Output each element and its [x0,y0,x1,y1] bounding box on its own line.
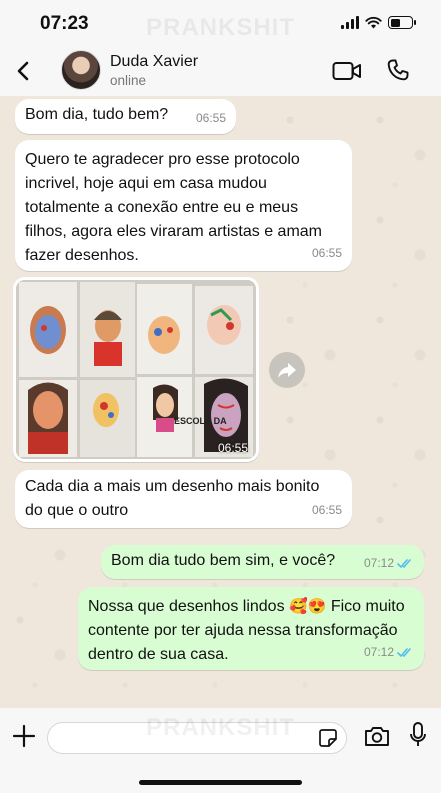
message-time: 06:55 [195,111,226,125]
composer-bar: PRANKSHIT [0,708,441,793]
image-message[interactable]: ESCOLA DA 06:55 [13,277,259,462]
contact-status: online [110,73,147,88]
video-camera-icon[interactable] [332,60,362,82]
photo-caption: ESCOLA DA [174,416,227,426]
drawings-photo[interactable]: ESCOLA DA 06:55 [16,280,256,459]
wifi-icon [365,16,382,29]
forward-icon [278,363,296,378]
read-ticks-icon [397,558,411,568]
message-bubble-incoming[interactable]: Quero te agradecer pro esse protocolo in… [15,140,352,271]
contact-name[interactable]: Duda Xavier [110,53,198,71]
message-time: 07:12 [363,556,394,570]
message-meta: 07:12 [364,551,414,575]
message-text: Cada dia a mais um desenho mais bonito d… [25,478,320,519]
back-arrow-icon[interactable] [12,56,36,86]
message-text: Quero te agradecer pro esse protocolo in… [25,151,322,264]
message-time: 06:55 [311,246,342,260]
phone-icon[interactable] [386,58,410,82]
message-time: 07:12 [363,645,394,659]
emoji-hearts-face-icon: 🥰😍 [289,598,327,615]
message-time: 06:55 [217,441,248,455]
signal-icon [341,16,359,29]
read-ticks-icon [397,647,411,657]
message-bubble-incoming[interactable]: Cada dia a mais um desenho mais bonito d… [15,470,352,528]
message-time: 06:55 [311,503,342,517]
message-text: Nossa que desenhos lindos 🥰😍 Fico muito … [88,595,408,667]
message-meta: 07:12 [364,640,414,664]
message-text-part: Nossa que desenhos lindos [88,598,285,615]
message-bubble-outgoing[interactable]: Bom dia tudo bem sim, e você? 07:12 [101,545,424,579]
battery-icon [388,16,416,29]
forward-button[interactable] [269,352,305,388]
message-bubble-outgoing[interactable]: Nossa que desenhos lindos 🥰😍 Fico muito … [78,587,424,670]
drawings-illustration [16,280,256,459]
chat-header: Duda Xavier online [0,46,441,96]
avatar[interactable] [61,50,101,90]
message-bubble-incoming[interactable]: Bom dia, tudo bem? 06:55 [15,99,236,134]
watermark-bottom: PRANKSHIT [145,714,295,741]
home-indicator [139,780,302,785]
status-icons [341,16,416,29]
status-bar: 07:23 PRANKSHIT [0,0,441,46]
